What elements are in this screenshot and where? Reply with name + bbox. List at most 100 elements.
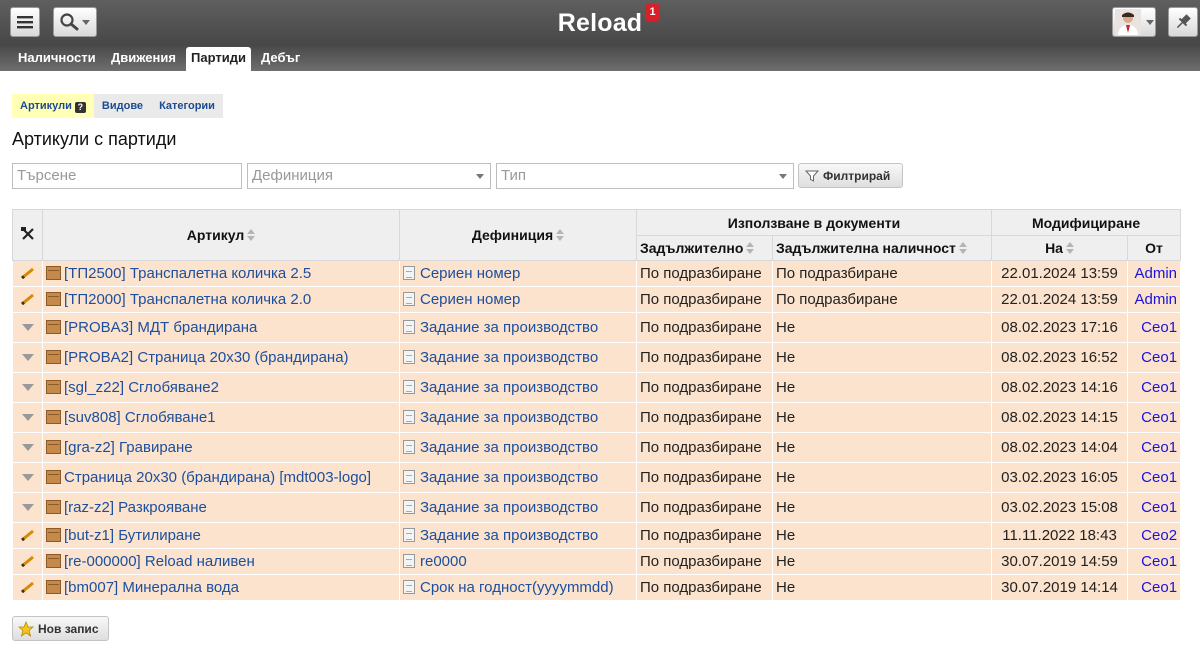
definition-link[interactable]: Задание за производство: [420, 319, 598, 336]
notification-badge[interactable]: 1: [645, 4, 660, 21]
table-row: [bm007] Минерална вода Срок на годност(yy…: [12, 574, 1182, 601]
row-action-cell: [12, 312, 43, 343]
mandatory-cell: По подразбиране: [636, 372, 773, 403]
user-link[interactable]: Ceo1: [1141, 439, 1177, 456]
article-column-header[interactable]: Артикул: [42, 209, 400, 261]
article-link[interactable]: [re-000000] Reload наливен: [64, 553, 255, 570]
user-link[interactable]: Ceo1: [1141, 409, 1177, 426]
pencil-icon[interactable]: [20, 267, 36, 279]
definition-cell: Задание за производство: [399, 462, 637, 493]
definition-link[interactable]: Задание за производство: [420, 499, 598, 516]
chevron-down-icon: [779, 174, 787, 179]
article-link[interactable]: [PROBA2] Страница 20х30 (брандирана): [64, 349, 349, 366]
user-link[interactable]: Admin: [1135, 291, 1178, 308]
article-link[interactable]: [but-z1] Бутилиране: [64, 527, 201, 544]
user-menu-button[interactable]: [1112, 7, 1156, 37]
star-icon: [18, 620, 34, 637]
modified-on-column-header[interactable]: На: [991, 235, 1129, 261]
definition-link[interactable]: Срок на годност(yyyymmdd): [420, 579, 614, 596]
mandatory-stock-cell: По подразбиране: [771, 286, 993, 313]
modified-date-cell: 03.02.2023 16:05: [991, 462, 1129, 493]
sort-icon[interactable]: [247, 229, 256, 241]
article-link[interactable]: [gra-z2] Гравиране: [64, 439, 193, 456]
dropdown-menu-icon[interactable]: [21, 444, 34, 451]
tools-icon: [20, 226, 34, 240]
user-link[interactable]: Ceo1: [1141, 349, 1177, 366]
modified-by-cell: Ceo1: [1127, 342, 1182, 373]
type-select[interactable]: Тип: [496, 163, 794, 189]
definition-select[interactable]: Дефиниция: [247, 163, 491, 189]
user-link[interactable]: Ceo1: [1141, 469, 1177, 486]
definition-link[interactable]: Задание за производство: [420, 379, 598, 396]
definition-link[interactable]: Задание за производство: [420, 469, 598, 486]
mandatory-stock-cell: Не: [771, 432, 993, 463]
user-link[interactable]: Admin: [1135, 265, 1178, 282]
tools-column-header: [12, 209, 43, 261]
sort-icon[interactable]: [556, 229, 565, 241]
definition-link[interactable]: Задание за производство: [420, 349, 598, 366]
tab-debug[interactable]: Дебъг: [258, 47, 303, 71]
tab-batches[interactable]: Партиди: [186, 47, 251, 71]
pin-button[interactable]: [1168, 7, 1198, 37]
mandatory-stock-column-header[interactable]: Задължителна наличност: [771, 235, 993, 261]
article-link[interactable]: [suv808] Сглобяване1: [64, 409, 216, 426]
user-link[interactable]: Ceo1: [1141, 379, 1177, 396]
dropdown-menu-icon[interactable]: [21, 414, 34, 421]
pencil-icon[interactable]: [20, 581, 36, 593]
modified-by-cell: Admin: [1127, 260, 1182, 287]
help-icon[interactable]: ?: [74, 102, 86, 113]
user-link[interactable]: Ceo1: [1141, 319, 1177, 336]
mandatory-cell: По подразбиране: [636, 432, 773, 463]
sort-icon[interactable]: [958, 242, 967, 254]
pencil-icon[interactable]: [20, 529, 36, 541]
pencil-icon[interactable]: [20, 293, 36, 305]
definition-link[interactable]: Сериен номер: [420, 265, 520, 282]
dropdown-menu-icon[interactable]: [21, 324, 34, 331]
search-input[interactable]: Търсене: [12, 163, 242, 189]
pencil-icon[interactable]: [20, 555, 36, 567]
user-link[interactable]: Ceo2: [1141, 527, 1177, 544]
mandatory-cell: По подразбиране: [636, 492, 773, 523]
modified-date-cell: 08.02.2023 14:16: [991, 372, 1129, 403]
tab-stock[interactable]: Наличности: [15, 47, 99, 71]
article-link[interactable]: [sgl_z22] Сглобяване2: [64, 379, 219, 396]
article-link[interactable]: Страница 20х30 (брандирана) [mdt003-logo…: [64, 469, 371, 486]
table-row: Страница 20х30 (брандирана) [mdt003-logo…: [12, 462, 1182, 493]
definition-column-header[interactable]: Дефиниция: [399, 209, 637, 261]
new-record-button[interactable]: Нов запис: [12, 616, 109, 641]
row-action-cell: [12, 432, 43, 463]
dropdown-menu-icon[interactable]: [21, 474, 34, 481]
definition-link[interactable]: re0000: [420, 553, 467, 570]
sort-icon[interactable]: [746, 242, 755, 254]
dropdown-menu-icon[interactable]: [21, 504, 34, 511]
dropdown-menu-icon[interactable]: [21, 384, 34, 391]
definition-link[interactable]: Задание за производство: [420, 527, 598, 544]
sort-icon[interactable]: [1065, 242, 1074, 254]
dropdown-menu-icon[interactable]: [21, 354, 34, 361]
document-icon: [403, 410, 415, 424]
top-bar: Reload 1: [0, 0, 1200, 46]
article-link[interactable]: [PROBA3] МДТ брандирана: [64, 319, 257, 336]
document-icon: [403, 292, 415, 306]
user-link[interactable]: Ceo1: [1141, 553, 1177, 570]
subtab-articles[interactable]: Артикули?: [12, 94, 94, 118]
user-link[interactable]: Ceo1: [1141, 579, 1177, 596]
sub-tabs: Артикули? Видове Категории: [12, 94, 223, 118]
subtab-categories[interactable]: Категории: [151, 94, 223, 118]
article-link[interactable]: [ТП2500] Транспалетна количка 2.5: [64, 265, 311, 282]
filter-button[interactable]: Филтрирай: [798, 163, 903, 188]
app-title[interactable]: Reload: [0, 9, 1200, 38]
article-link[interactable]: [bm007] Минерална вода: [64, 579, 239, 596]
definition-link[interactable]: Задание за производство: [420, 439, 598, 456]
subtab-types[interactable]: Видове: [94, 94, 151, 118]
mandatory-column-header[interactable]: Задължително: [636, 235, 773, 261]
table-row: [but-z1] Бутилиране Задание за производст…: [12, 522, 1182, 549]
user-link[interactable]: Ceo1: [1141, 499, 1177, 516]
article-link[interactable]: [raz-z2] Разкрояване: [64, 499, 207, 516]
definition-link[interactable]: Сериен номер: [420, 291, 520, 308]
tab-movements[interactable]: Движения: [108, 47, 179, 71]
article-cell: [PROBA3] МДТ брандирана: [42, 312, 400, 343]
definition-link[interactable]: Задание за производство: [420, 409, 598, 426]
article-link[interactable]: [ТП2000] Транспалетна количка 2.0: [64, 291, 311, 308]
mandatory-stock-cell: Не: [771, 492, 993, 523]
